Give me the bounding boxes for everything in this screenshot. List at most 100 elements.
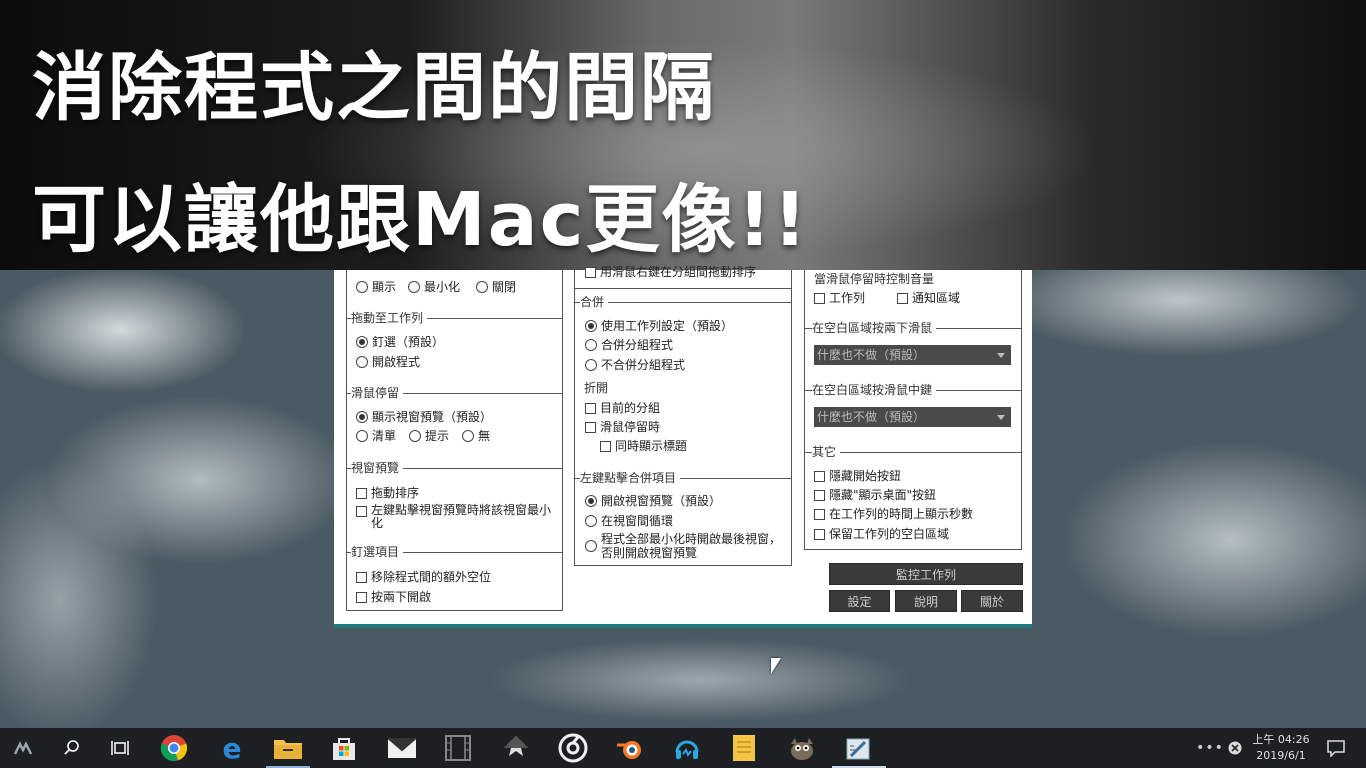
radio-use-taskbar-setting[interactable]: 使用工作列設定（預設） <box>585 319 733 333</box>
launcher-icon[interactable] <box>8 732 40 764</box>
radio-minimize[interactable]: 最小化 <box>408 280 460 294</box>
search-icon[interactable] <box>56 732 88 764</box>
check-show-title[interactable]: 同時顯示標題 <box>600 439 687 453</box>
taskbar: e ••• 上午 04:26 2019/6/1 <box>0 728 1366 768</box>
check-hide-show-desktop[interactable]: 隱藏"顯示桌面"按鈕 <box>814 488 936 502</box>
group-title-preview: 視窗預覽 <box>351 461 404 475</box>
check-keep-empty-area-label: 保留工作列的空白區域 <box>829 527 950 541</box>
about-button[interactable]: 關於 <box>961 590 1023 612</box>
radio-dont-combine-label: 不合併分組程式 <box>601 358 686 372</box>
radio-indicator <box>585 339 597 351</box>
radio-combine-group[interactable]: 合併分組程式 <box>585 338 673 352</box>
check-drag-sort[interactable]: 拖動排序 <box>356 486 419 500</box>
radio-list[interactable]: 清單 <box>356 429 396 443</box>
double-click-action-dropdown[interactable]: 什麼也不做（預設） <box>814 345 1011 365</box>
blender-icon[interactable] <box>614 732 646 764</box>
chrome-icon[interactable] <box>158 732 190 764</box>
notification-center-icon[interactable] <box>1320 732 1352 764</box>
checkbox-indicator <box>356 487 367 499</box>
group-title-left-click: 左鍵點擊合併項目 <box>580 471 681 485</box>
checkbox-indicator <box>814 489 825 501</box>
check-current-group[interactable]: 目前的分組 <box>585 401 660 415</box>
check-volume-taskbar-label: 工作列 <box>829 291 866 305</box>
label-line-1: 程式全部最小化時開啟最後視窗， <box>601 532 782 546</box>
check-volume-taskbar[interactable]: 工作列 <box>814 291 865 305</box>
double-click-action-value: 什麼也不做（預設） <box>817 348 926 362</box>
checkbox-indicator <box>356 591 367 603</box>
divider <box>574 288 792 289</box>
check-right-drag-sort[interactable]: 用滑鼠右鍵在分組間拖動排序 <box>585 265 756 279</box>
checkbox-indicator <box>356 571 367 583</box>
check-volume-notification-area[interactable]: 通知區域 <box>897 291 960 305</box>
label-line-2: 化 <box>371 516 384 530</box>
group-title-combine: 合併 <box>580 295 609 309</box>
radio-show-preview[interactable]: 顯示視窗預覽（預設） <box>356 410 492 424</box>
edge-glyph: e <box>222 731 242 765</box>
radio-open-last-window[interactable]: 程式全部最小化時開啟最後視窗， 否則開啟視窗預覽 <box>585 532 781 560</box>
title-banner: 消除程式之間的間隔 可以讓他跟Mac更像!! <box>0 0 1366 270</box>
help-button[interactable]: 說明 <box>895 590 957 612</box>
radio-open-preview[interactable]: 開啟視窗預覽（預設） <box>585 494 721 508</box>
check-hide-show-desktop-label: 隱藏"顯示桌面"按鈕 <box>829 488 937 502</box>
ellipsis-glyph: ••• <box>1196 740 1224 756</box>
store-icon[interactable] <box>328 732 360 764</box>
radio-combine-group-label: 合併分組程式 <box>601 338 674 352</box>
chevron-down-icon <box>997 415 1005 420</box>
notes-icon[interactable] <box>728 732 760 764</box>
check-hide-start-button[interactable]: 隱藏開始按鈕 <box>814 469 901 483</box>
label-line-1: 左鍵點擊視窗預覽時將該視窗最小 <box>371 503 552 517</box>
radio-tooltip[interactable]: 提示 <box>409 429 449 443</box>
radio-indicator <box>408 281 420 293</box>
radio-open-program-label: 開啟程式 <box>372 355 421 369</box>
check-show-seconds[interactable]: 在工作列的時間上顯示秒數 <box>814 507 973 521</box>
radio-cycle-windows[interactable]: 在視窗間循環 <box>585 514 673 528</box>
check-double-click-open[interactable]: 按兩下開啟 <box>356 590 431 604</box>
radio-indicator <box>356 336 368 348</box>
gimp-icon[interactable] <box>786 732 818 764</box>
radio-show[interactable]: 顯示 <box>356 280 396 294</box>
clock-time[interactable]: 上午 04:26 <box>1244 731 1318 747</box>
col1-right-border <box>562 270 563 610</box>
check-double-click-open-label: 按兩下開啟 <box>371 590 432 604</box>
check-keep-empty-area[interactable]: 保留工作列的空白區域 <box>814 527 949 541</box>
radio-indicator <box>585 540 597 552</box>
inspect-taskbar-button[interactable]: 監控工作列 <box>829 563 1023 585</box>
radio-none[interactable]: 無 <box>462 429 490 443</box>
radio-indicator <box>585 515 597 527</box>
check-minimize-on-click[interactable]: 左鍵點擊視窗預覽時將該視窗最小 化 <box>356 504 551 530</box>
banner-title-line-2: 可以讓他跟Mac更像!! <box>32 177 809 263</box>
radio-indicator <box>585 359 597 371</box>
radio-indicator <box>356 281 368 293</box>
film-icon[interactable] <box>442 732 474 764</box>
more-tray-icon[interactable]: ••• <box>1196 732 1224 764</box>
col3-right-border <box>1021 270 1022 549</box>
checkbox-indicator <box>585 266 596 278</box>
close-circle-icon[interactable] <box>1224 732 1246 764</box>
taskbar-tweaker-icon[interactable] <box>842 732 874 764</box>
radio-pin-default-label: 釘選（預設） <box>372 335 445 349</box>
file-explorer-icon[interactable] <box>272 732 304 764</box>
radio-pin-default[interactable]: 釘選（預設） <box>356 335 444 349</box>
radio-cycle-windows-label: 在視窗間循環 <box>601 514 674 528</box>
radio-indicator <box>585 495 597 507</box>
radio-open-program[interactable]: 開啟程式 <box>356 355 420 369</box>
radio-dont-combine[interactable]: 不合併分組程式 <box>585 358 685 372</box>
radio-close-label: 關閉 <box>492 280 517 294</box>
radio-indicator <box>462 430 474 442</box>
edge-icon[interactable]: e <box>216 731 248 765</box>
mail-icon[interactable] <box>386 732 418 764</box>
check-remove-extra-gap-label: 移除程式間的額外空位 <box>371 570 492 584</box>
clock-date[interactable]: 2019/6/1 <box>1244 749 1318 762</box>
inkscape-icon[interactable] <box>500 732 532 764</box>
middle-click-action-dropdown[interactable]: 什麼也不做（預設） <box>814 407 1011 427</box>
headphones-app-icon[interactable] <box>671 732 703 764</box>
chevron-down-icon <box>997 353 1005 358</box>
check-show-title-label: 同時顯示標題 <box>615 439 688 453</box>
radio-close[interactable]: 關閉 <box>476 280 516 294</box>
check-on-hover[interactable]: 滑鼠停留時 <box>585 420 660 434</box>
radio-indicator <box>476 281 488 293</box>
task-view-icon[interactable] <box>104 732 136 764</box>
obs-icon[interactable] <box>557 732 589 764</box>
settings-button[interactable]: 設定 <box>829 590 890 612</box>
check-remove-extra-gap[interactable]: 移除程式間的額外空位 <box>356 570 491 584</box>
